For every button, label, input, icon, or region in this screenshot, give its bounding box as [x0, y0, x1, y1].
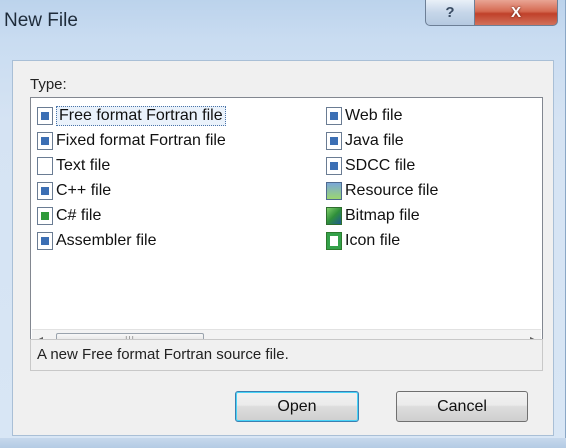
text-file-icon: [37, 156, 53, 175]
list-item-sdcc-file[interactable]: SDCC file: [326, 153, 438, 178]
list-item-label: Web file: [345, 106, 403, 124]
list-item-label: SDCC file: [345, 156, 416, 174]
dialog-content: Type: Free format Fortran file Fixed for…: [12, 60, 554, 436]
close-icon: X: [510, 4, 521, 21]
file-type-column-right: Web file Java file SDCC file Resource fi…: [326, 103, 438, 253]
fortran-free-icon: [37, 106, 53, 125]
file-type-list[interactable]: Free format Fortran file Fixed format Fo…: [30, 97, 543, 352]
window-title: New File: [4, 10, 78, 31]
file-type-column-left: Free format Fortran file Fixed format Fo…: [37, 103, 226, 253]
list-item-label: Bitmap file: [345, 206, 420, 224]
description-text: A new Free format Fortran source file.: [37, 346, 289, 363]
list-item-label: Resource file: [345, 181, 439, 199]
list-item-fixed-format-fortran[interactable]: Fixed format Fortran file: [37, 128, 226, 153]
list-item-label: Assembler file: [56, 231, 157, 249]
help-button[interactable]: ?: [425, 0, 475, 26]
help-icon: ?: [445, 4, 455, 21]
type-label: Type:: [30, 76, 67, 93]
close-button[interactable]: X: [474, 0, 558, 26]
cancel-button-label: Cancel: [437, 397, 487, 415]
bitmap-file-icon: [326, 206, 342, 225]
icon-file-icon: [326, 231, 342, 250]
list-item-assembler-file[interactable]: Assembler file: [37, 228, 226, 253]
list-item-java-file[interactable]: Java file: [326, 128, 438, 153]
list-item-label: Java file: [345, 131, 404, 149]
list-item-label: Free format Fortran file: [56, 105, 226, 126]
fortran-fixed-icon: [37, 131, 53, 150]
open-button-label: Open: [277, 397, 317, 415]
csharp-file-icon: [37, 206, 53, 225]
list-item-label: C++ file: [56, 181, 112, 199]
new-file-dialog: New File ? X Type: Free format Fortran f…: [0, 0, 566, 448]
cancel-button[interactable]: Cancel: [396, 391, 528, 422]
sdcc-file-icon: [326, 156, 342, 175]
java-file-icon: [326, 131, 342, 150]
list-item-label: Fixed format Fortran file: [56, 131, 226, 149]
list-item-free-format-fortran[interactable]: Free format Fortran file: [37, 103, 226, 128]
list-item-csharp-file[interactable]: C# file: [37, 203, 226, 228]
list-item-web-file[interactable]: Web file: [326, 103, 438, 128]
window-bottom-border: [0, 438, 566, 448]
web-file-icon: [326, 106, 342, 125]
list-item-resource-file[interactable]: Resource file: [326, 178, 438, 203]
cpp-file-icon: [37, 181, 53, 200]
assembler-file-icon: [37, 231, 53, 250]
list-item-label: C# file: [56, 206, 102, 224]
resource-file-icon: [326, 181, 342, 200]
open-button[interactable]: Open: [235, 391, 359, 422]
list-item-cpp-file[interactable]: C++ file: [37, 178, 226, 203]
list-item-bitmap-file[interactable]: Bitmap file: [326, 203, 438, 228]
title-bar[interactable]: New File ? X: [0, 0, 566, 40]
list-item-text-file[interactable]: Text file: [37, 153, 226, 178]
list-item-icon-file[interactable]: Icon file: [326, 228, 438, 253]
list-item-label: Icon file: [345, 231, 401, 249]
list-item-label: Text file: [56, 156, 111, 174]
file-type-description: A new Free format Fortran source file.: [30, 339, 543, 371]
